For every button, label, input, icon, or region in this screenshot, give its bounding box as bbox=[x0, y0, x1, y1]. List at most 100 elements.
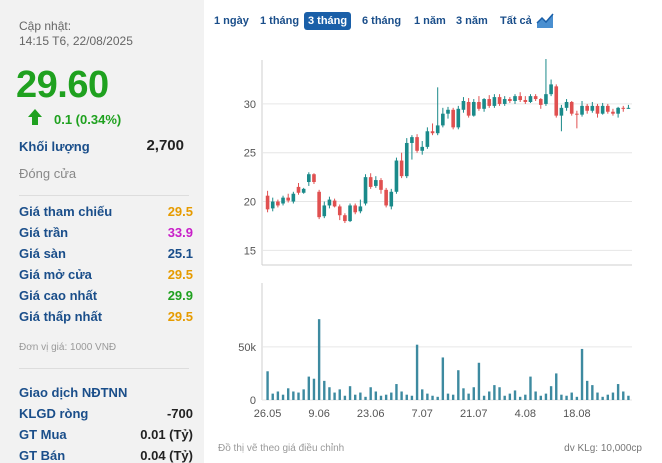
candle-body bbox=[466, 101, 471, 116]
candle-body bbox=[528, 96, 533, 102]
volume-bar bbox=[601, 396, 604, 400]
candle-body bbox=[456, 108, 461, 128]
volume-bar bbox=[400, 391, 403, 400]
volume-tick-label: 0 bbox=[250, 395, 256, 407]
volume-bar bbox=[467, 393, 470, 400]
volume-bar bbox=[395, 384, 398, 400]
candle-body bbox=[621, 107, 626, 109]
volume-bar bbox=[524, 394, 527, 400]
volume-bar bbox=[555, 373, 558, 400]
volume-bar bbox=[482, 395, 486, 400]
candle-body bbox=[626, 107, 631, 109]
candle-body bbox=[276, 201, 280, 206]
candle-body bbox=[291, 193, 296, 202]
candle-body bbox=[337, 206, 342, 216]
candle-body bbox=[564, 101, 569, 108]
candle-body bbox=[605, 105, 610, 112]
candle-body bbox=[415, 137, 419, 151]
volume-bar bbox=[328, 387, 331, 400]
candle-body bbox=[492, 97, 497, 106]
candle-body bbox=[379, 180, 383, 190]
price-tick-label: 30 bbox=[244, 99, 256, 111]
volume-bar bbox=[498, 387, 501, 400]
candle-body bbox=[363, 177, 368, 204]
candle-body bbox=[523, 100, 528, 102]
x-tick-label: 4.08 bbox=[515, 408, 536, 420]
volume-bar bbox=[379, 395, 383, 400]
candle-body bbox=[435, 125, 440, 134]
volume-bar bbox=[286, 388, 290, 400]
x-tick-label: 21.07 bbox=[460, 408, 488, 420]
price-tick-label: 25 bbox=[244, 148, 256, 160]
candle-body bbox=[590, 105, 595, 111]
volume-bar bbox=[560, 394, 563, 400]
volume-bar bbox=[292, 391, 295, 400]
candle-body bbox=[585, 105, 589, 111]
volume-bar bbox=[596, 392, 599, 400]
candle-body bbox=[471, 101, 476, 116]
volume-bar bbox=[354, 394, 357, 400]
candle-body bbox=[461, 101, 466, 110]
candle-body bbox=[533, 96, 538, 100]
candle-body bbox=[595, 105, 600, 114]
candle-body bbox=[430, 131, 435, 134]
candle-body bbox=[508, 99, 512, 101]
candle-body bbox=[420, 146, 425, 151]
candle-body bbox=[487, 99, 492, 106]
volume-bar bbox=[333, 392, 336, 400]
candle-body bbox=[317, 191, 321, 218]
volume-bar bbox=[462, 388, 465, 400]
candle-body bbox=[286, 197, 291, 201]
candle-body bbox=[265, 195, 270, 210]
candle-body bbox=[538, 99, 543, 105]
x-tick-label: 26.05 bbox=[254, 408, 282, 420]
candle-body bbox=[425, 131, 430, 147]
candle-body bbox=[332, 200, 337, 207]
candle-body bbox=[410, 137, 414, 143]
volume-bar bbox=[441, 357, 445, 400]
candle-body bbox=[348, 205, 352, 222]
candle-body bbox=[384, 189, 388, 206]
volume-bar bbox=[281, 394, 285, 400]
volume-bar bbox=[622, 391, 625, 400]
candle-body bbox=[358, 206, 363, 212]
candle-body bbox=[446, 109, 450, 114]
volume-bar bbox=[384, 394, 388, 400]
volume-bar bbox=[359, 392, 362, 400]
candle-body bbox=[312, 174, 316, 183]
volume-bar bbox=[431, 395, 434, 400]
volume-bar bbox=[513, 390, 517, 400]
candle-body bbox=[600, 105, 605, 114]
volume-bar bbox=[565, 395, 568, 400]
volume-bar bbox=[312, 378, 316, 400]
volume-bar bbox=[369, 387, 372, 400]
volume-bar bbox=[493, 385, 496, 400]
candle-body bbox=[569, 101, 574, 114]
volume-bar bbox=[405, 394, 408, 400]
candle-body bbox=[368, 177, 373, 187]
price-tick-label: 20 bbox=[244, 197, 256, 209]
volume-bar bbox=[457, 370, 460, 400]
volume-bar bbox=[266, 371, 269, 400]
candle-body bbox=[389, 191, 394, 207]
volume-bar bbox=[488, 391, 491, 400]
price-volume-chart: 15 20 25 30 0 50k 26.05 9.06 23.06 7.07 21.07 4.08 1… bbox=[238, 59, 632, 420]
volume-bar bbox=[477, 362, 481, 400]
volume-bar bbox=[276, 391, 280, 400]
x-tick-label: 23.06 bbox=[357, 408, 385, 420]
candle-body bbox=[307, 174, 311, 183]
volume-bar bbox=[297, 392, 300, 400]
volume-bar bbox=[518, 396, 522, 400]
volume-bar bbox=[472, 387, 475, 400]
volume-bar bbox=[580, 348, 584, 400]
volume-unit-note: dv KLg: 10,000cp bbox=[564, 443, 642, 454]
volume-bar bbox=[421, 389, 424, 400]
x-tick-label: 18.08 bbox=[563, 408, 591, 420]
volume-bar bbox=[317, 319, 321, 400]
volume-bar bbox=[436, 396, 439, 400]
x-tick-label: 7.07 bbox=[412, 408, 433, 420]
candle-body bbox=[559, 107, 564, 116]
volume-bar bbox=[570, 392, 573, 400]
volume-bar bbox=[591, 385, 594, 400]
volume-bar bbox=[323, 380, 326, 400]
